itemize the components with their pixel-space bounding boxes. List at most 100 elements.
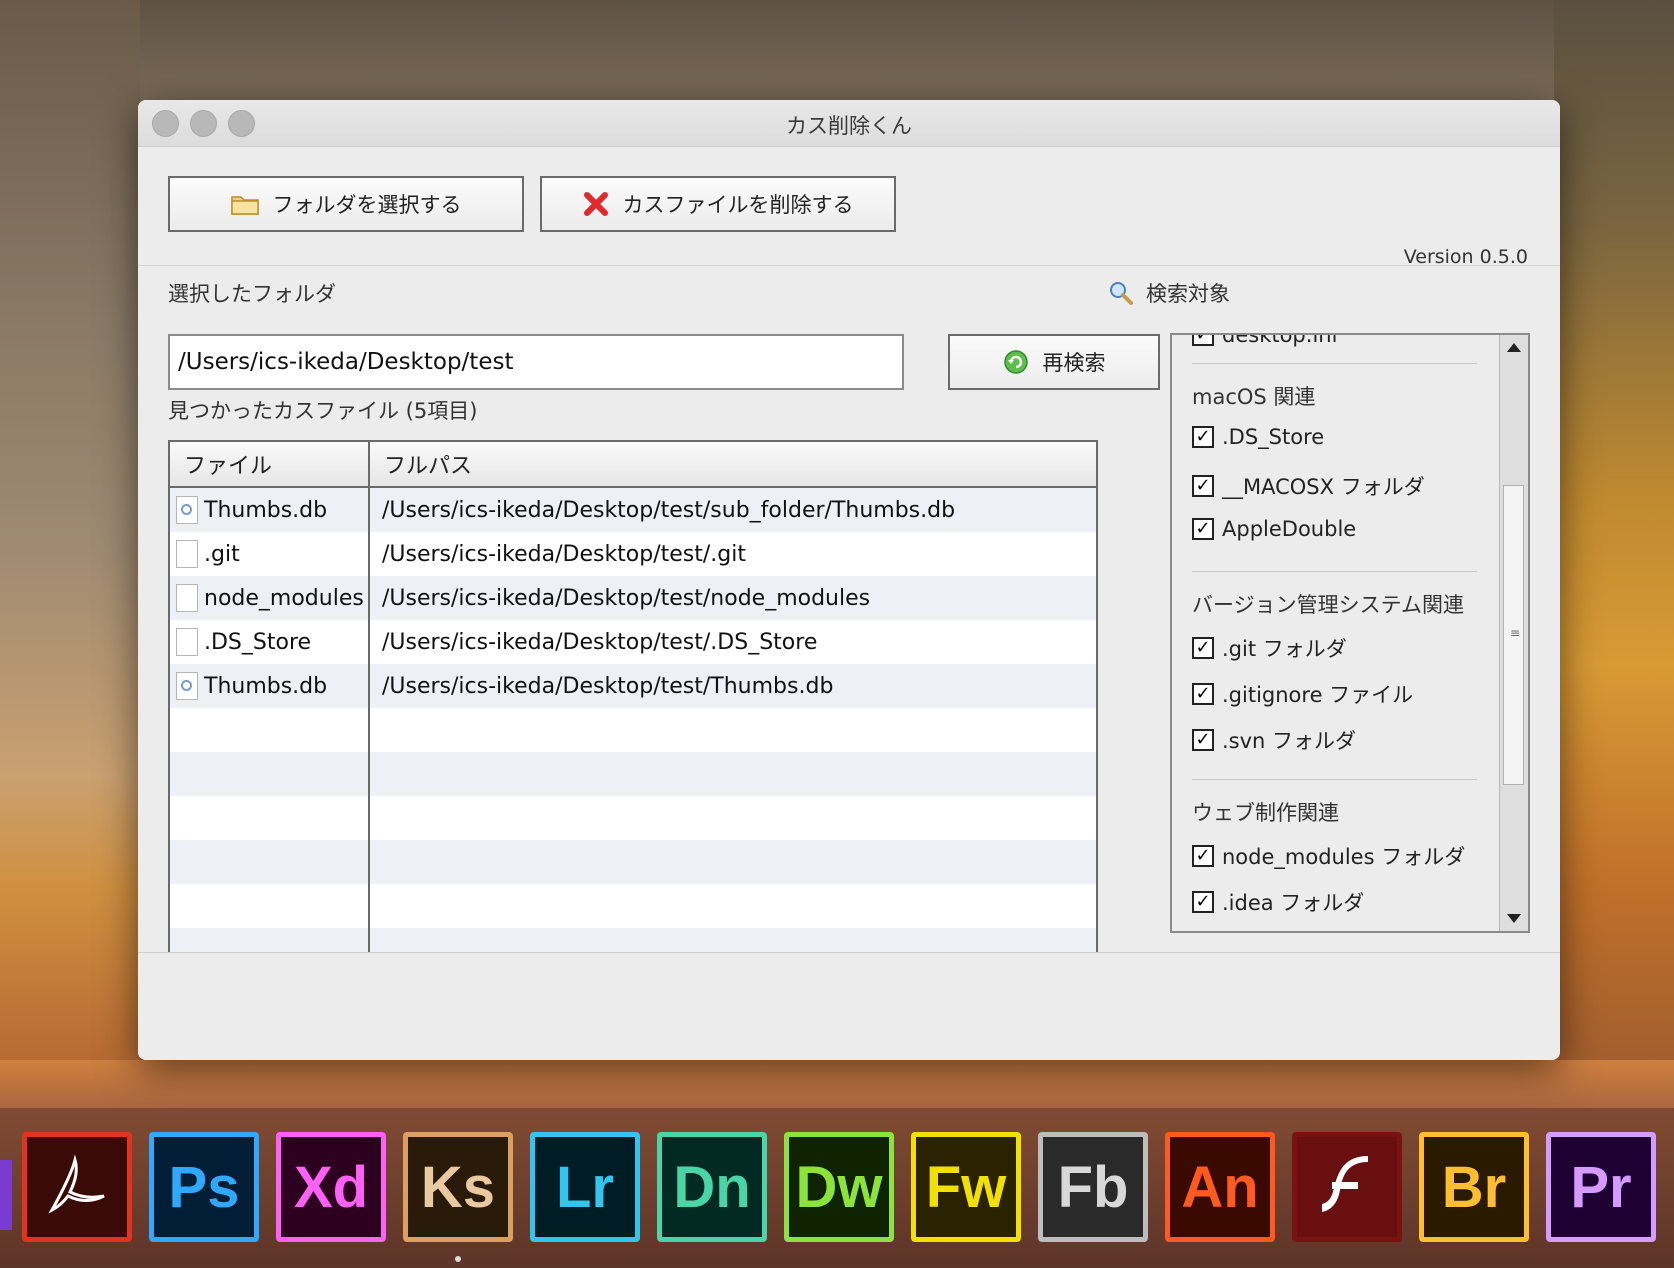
app-window: カス削除くん フォルダを選択する カスファイルを削除する Version 0.5… bbox=[138, 100, 1560, 1060]
wallpaper-left bbox=[0, 0, 140, 1110]
photoshop-dock-icon[interactable]: Ps bbox=[149, 1132, 259, 1242]
table-row[interactable]: Thumbs.db/Users/ics-ikeda/Desktop/test/s… bbox=[170, 488, 1096, 532]
file-name-cell: .git bbox=[170, 532, 370, 576]
full-path-cell: /Users/ics-ikeda/Desktop/test/.git bbox=[370, 532, 746, 576]
file-name-cell: .DS_Store bbox=[170, 620, 370, 664]
xd-dock-label: Xd bbox=[293, 1154, 369, 1220]
file-path: /Users/ics-ikeda/Desktop/test/.DS_Store bbox=[382, 629, 818, 655]
title-bar[interactable]: カス削除くん bbox=[138, 100, 1560, 147]
dreamweaver-dock-label: Dw bbox=[795, 1154, 883, 1220]
scroll-up-arrow-icon[interactable] bbox=[1507, 343, 1521, 352]
table-row[interactable] bbox=[170, 708, 1096, 752]
file-name-cell bbox=[170, 884, 370, 928]
dimension-dock-label: Dn bbox=[673, 1154, 751, 1220]
bridge-dock-icon[interactable]: Br bbox=[1419, 1132, 1529, 1242]
table-row[interactable]: .DS_Store/Users/ics-ikeda/Desktop/test/.… bbox=[170, 620, 1096, 664]
scroll-thumb[interactable]: ≡ bbox=[1503, 485, 1524, 785]
column-header-file[interactable]: ファイル bbox=[170, 442, 370, 486]
animate-dock-icon[interactable]: An bbox=[1165, 1132, 1275, 1242]
file-icon bbox=[176, 584, 198, 612]
full-path-cell: /Users/ics-ikeda/Desktop/test/Thumbs.db bbox=[370, 664, 833, 708]
file-name: Thumbs.db bbox=[204, 497, 328, 523]
checkbox-box[interactable]: ✓ bbox=[1192, 518, 1214, 540]
dreamweaver-dock-icon[interactable]: Dw bbox=[784, 1132, 894, 1242]
delete-files-label: カスファイルを削除する bbox=[622, 193, 854, 217]
grip-icon: ≡ bbox=[1510, 626, 1521, 640]
checkbox-box[interactable]: ✓ bbox=[1192, 426, 1214, 448]
table-header: ファイル フルパス bbox=[170, 442, 1096, 488]
photoshop-dock-label: Ps bbox=[168, 1154, 240, 1220]
table-row[interactable] bbox=[170, 796, 1096, 840]
target-checkbox[interactable]: ✓ node_modules フォルダ bbox=[1192, 841, 1465, 871]
target-checkbox[interactable]: ✓ .DS_Store bbox=[1192, 425, 1324, 449]
full-path-cell bbox=[370, 752, 382, 796]
target-checkbox[interactable]: ✓ .svn フォルダ bbox=[1192, 725, 1356, 755]
fireworks-dock-icon[interactable]: Fw bbox=[911, 1132, 1021, 1242]
group-separator bbox=[1192, 571, 1477, 572]
checkbox-box[interactable]: ✓ bbox=[1192, 683, 1214, 705]
results-table[interactable]: ファイル フルパス Thumbs.db/Users/ics-ikeda/Desk… bbox=[168, 440, 1098, 981]
select-folder-label: フォルダを選択する bbox=[272, 193, 462, 217]
group-title: ウェブ制作関連 bbox=[1192, 801, 1339, 825]
table-row[interactable]: node_modules/Users/ics-ikeda/Desktop/tes… bbox=[170, 576, 1096, 620]
kuler-dock-label: Ks bbox=[420, 1154, 496, 1220]
search-targets-scrollbar[interactable]: ≡ bbox=[1499, 335, 1528, 931]
fireworks-dock-label: Fw bbox=[925, 1154, 1007, 1220]
checkbox-box[interactable]: ✓ bbox=[1192, 475, 1214, 497]
checkbox-label: AppleDouble bbox=[1222, 517, 1357, 541]
column-header-fullpath[interactable]: フルパス bbox=[370, 442, 472, 486]
full-path-cell: /Users/ics-ikeda/Desktop/test/sub_folder… bbox=[370, 488, 955, 532]
dimension-dock-icon[interactable]: Dn bbox=[657, 1132, 767, 1242]
checkbox-label: node_modules フォルダ bbox=[1222, 845, 1466, 869]
dock-partial-icon[interactable] bbox=[0, 1160, 12, 1230]
checkbox-box[interactable]: ✓ bbox=[1192, 637, 1214, 659]
magnifier-icon bbox=[1110, 282, 1133, 305]
premiere-dock-icon[interactable]: Pr bbox=[1546, 1132, 1656, 1242]
delete-files-button[interactable]: カスファイルを削除する bbox=[540, 176, 896, 232]
checkbox-box[interactable]: ✓ bbox=[1192, 335, 1214, 346]
selected-folder-label: 選択したフォルダ bbox=[168, 282, 336, 306]
table-row[interactable] bbox=[170, 752, 1096, 796]
xd-dock-icon[interactable]: Xd bbox=[276, 1132, 386, 1242]
checkbox-label: .DS_Store bbox=[1222, 425, 1325, 449]
group-title: macOS 関連 bbox=[1192, 385, 1316, 409]
search-targets-panel[interactable]: ✓ desktop.ini macOS 関連 ✓ .DS_Store ✓ __MACOS… bbox=[1170, 333, 1530, 933]
file-name-cell bbox=[170, 796, 370, 840]
premiere-dock-label: Pr bbox=[1570, 1154, 1632, 1220]
flash-player-dock-icon[interactable] bbox=[1292, 1132, 1402, 1242]
file-path: /Users/ics-ikeda/Desktop/test/.git bbox=[382, 541, 746, 567]
target-checkbox[interactable]: ✓ .gitignore ファイル bbox=[1192, 679, 1413, 709]
lightroom-dock-icon[interactable]: Lr bbox=[530, 1132, 640, 1242]
target-checkbox[interactable]: ✓ .idea フォルダ bbox=[1192, 887, 1364, 917]
target-checkbox[interactable]: ✓ .git フォルダ bbox=[1192, 633, 1347, 663]
delete-x-icon bbox=[583, 192, 608, 216]
group-separator bbox=[1192, 779, 1477, 780]
search-targets-label: 検索対象 bbox=[1146, 282, 1230, 306]
target-checkbox[interactable]: ✓ __MACOSX フォルダ bbox=[1192, 471, 1425, 501]
checkbox-label: .gitignore ファイル bbox=[1222, 683, 1414, 707]
target-checkbox[interactable]: ✓ AppleDouble bbox=[1192, 517, 1356, 541]
file-name-cell: node_modules bbox=[170, 576, 370, 620]
full-path-cell bbox=[370, 708, 382, 752]
acrobat-dock-icon[interactable] bbox=[22, 1132, 132, 1242]
folder-path-field[interactable]: /Users/ics-ikeda/Desktop/test bbox=[168, 334, 904, 390]
scroll-down-arrow-icon[interactable] bbox=[1507, 914, 1521, 923]
animate-dock-label: An bbox=[1181, 1154, 1259, 1220]
checkbox-box[interactable]: ✓ bbox=[1192, 845, 1214, 867]
table-row[interactable] bbox=[170, 840, 1096, 884]
rescan-label: 再検索 bbox=[1042, 351, 1106, 375]
rescan-button[interactable]: 再検索 bbox=[948, 334, 1160, 390]
wallpaper-right bbox=[1554, 0, 1674, 1110]
table-row[interactable]: .git/Users/ics-ikeda/Desktop/test/.git bbox=[170, 532, 1096, 576]
kuler-dock-icon[interactable]: Ks bbox=[403, 1132, 513, 1242]
checkbox-desktop-ini[interactable]: ✓ desktop.ini bbox=[1192, 335, 1337, 347]
file-name-cell: Thumbs.db bbox=[170, 664, 370, 708]
table-row[interactable]: Thumbs.db/Users/ics-ikeda/Desktop/test/T… bbox=[170, 664, 1096, 708]
table-row[interactable] bbox=[170, 884, 1096, 928]
file-path: /Users/ics-ikeda/Desktop/test/Thumbs.db bbox=[382, 673, 834, 699]
flash-builder-dock-icon[interactable]: Fb bbox=[1038, 1132, 1148, 1242]
checkbox-box[interactable]: ✓ bbox=[1192, 891, 1214, 913]
checkbox-box[interactable]: ✓ bbox=[1192, 729, 1214, 751]
running-indicator bbox=[455, 1256, 461, 1262]
select-folder-button[interactable]: フォルダを選択する bbox=[168, 176, 524, 232]
